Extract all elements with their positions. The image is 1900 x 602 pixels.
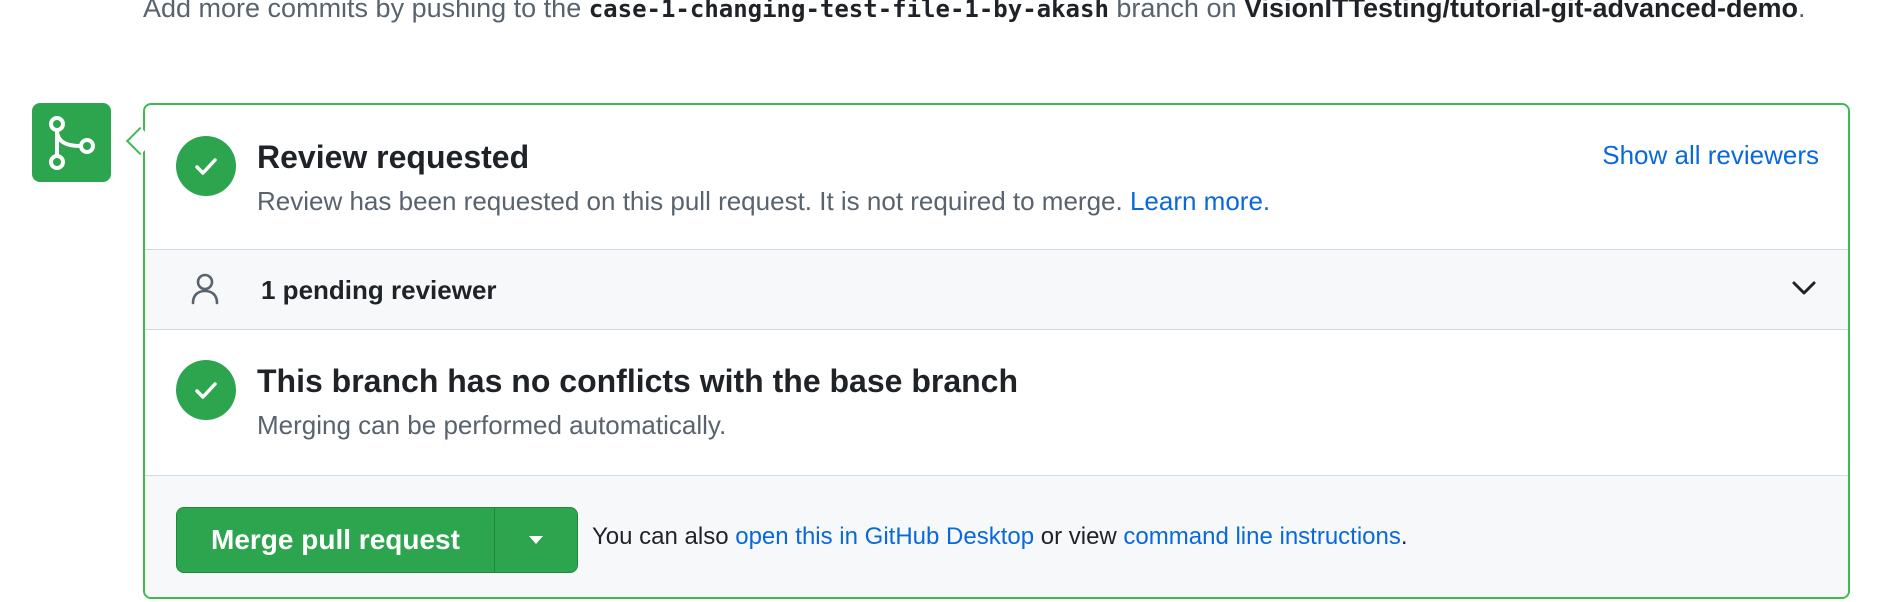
hint-middle: or view [1034, 523, 1124, 550]
git-merge-icon [32, 103, 111, 182]
merge-method-dropdown-button[interactable] [495, 508, 577, 572]
head-branch-name: case-1-changing-test-file-1-by-akash [588, 0, 1109, 23]
show-all-reviewers-link[interactable]: Show all reviewers [1602, 140, 1819, 171]
push-commits-note: Add more commits by pushing to the case-… [143, 0, 1863, 30]
push-note-middle: branch on [1108, 0, 1244, 23]
check-circle-icon [176, 360, 236, 420]
merge-pull-request-button[interactable]: Merge pull request [177, 508, 495, 572]
merge-alternatives-hint: You can also open this in GitHub Desktop… [592, 523, 1408, 551]
merge-button-group: Merge pull request [176, 507, 578, 573]
chevron-down-icon[interactable] [1786, 270, 1822, 306]
review-requested-title: Review requested [257, 139, 530, 175]
push-note-prefix: Add more commits by pushing to the [143, 0, 589, 23]
repository-name: VisionITTesting/tutorial-git-advanced-de… [1243, 0, 1799, 23]
push-note-suffix: . [1798, 0, 1806, 23]
no-conflicts-title: This branch has no conflicts with the ba… [257, 363, 1019, 399]
open-in-github-desktop-link[interactable]: open this in GitHub Desktop [735, 523, 1034, 550]
pending-reviewers-row[interactable]: 1 pending reviewer [145, 250, 1848, 330]
merge-actions-section: Merge pull request You can also open thi… [145, 476, 1848, 597]
learn-more-link[interactable]: Learn more. [1130, 186, 1270, 216]
command-line-instructions-link[interactable]: command line instructions [1123, 523, 1400, 550]
check-circle-icon [176, 136, 236, 196]
hint-prefix: You can also [592, 523, 736, 550]
merge-panel-page: Add more commits by pushing to the case-… [0, 0, 1900, 602]
hint-suffix: . [1400, 523, 1408, 550]
merge-box: Review requested Review has been request… [143, 103, 1850, 599]
pending-reviewer-count: 1 pending reviewer [261, 275, 497, 305]
review-requested-description: Review has been requested on this pull r… [257, 186, 1270, 217]
no-conflicts-description: Merging can be performed automatically. [257, 410, 727, 440]
triangle-down-icon [529, 536, 543, 544]
person-icon [190, 273, 220, 305]
no-conflicts-section: This branch has no conflicts with the ba… [145, 330, 1848, 476]
review-description-text: Review has been requested on this pull r… [257, 186, 1123, 216]
review-requested-section: Review requested Review has been request… [145, 105, 1848, 250]
